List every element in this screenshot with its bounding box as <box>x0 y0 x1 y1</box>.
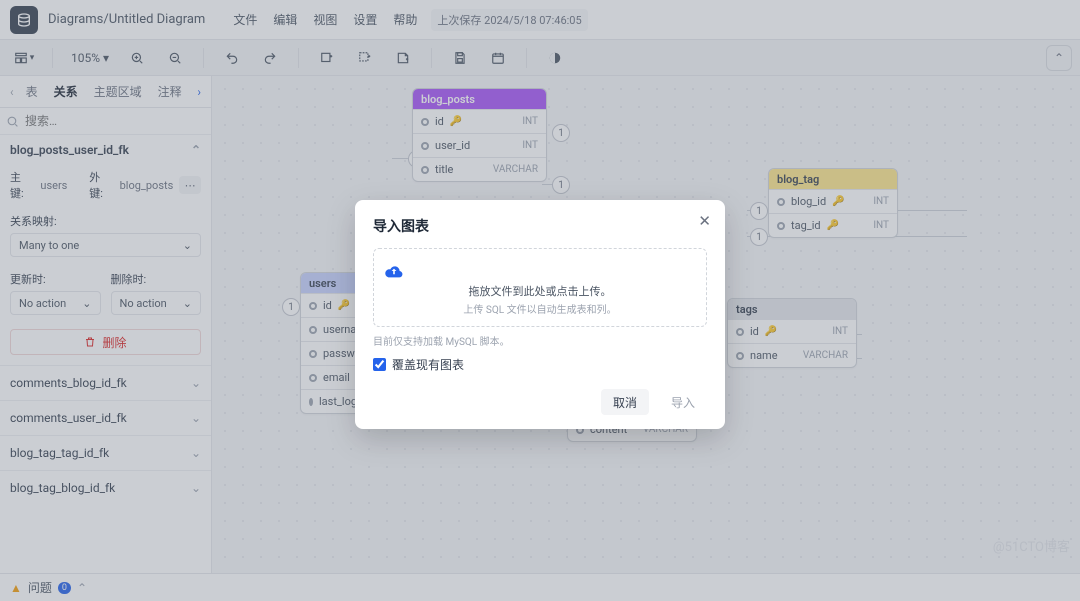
modal-hint: 目前仅支持加载 MySQL 脚本。 <box>373 333 707 348</box>
close-icon[interactable]: ✕ <box>698 212 711 230</box>
modal-title: 导入图表 <box>373 216 707 236</box>
upload-icon <box>384 263 696 279</box>
overwrite-label: 覆盖现有图表 <box>392 356 464 373</box>
dropzone-line1: 拖放文件到此处或点击上传。 <box>384 283 696 299</box>
modal-overlay[interactable]: 导入图表 ✕ 拖放文件到此处或点击上传。 上传 SQL 文件以自动生成表和列。 … <box>0 0 1080 601</box>
overwrite-checkbox-row[interactable]: 覆盖现有图表 <box>373 356 707 373</box>
dropzone[interactable]: 拖放文件到此处或点击上传。 上传 SQL 文件以自动生成表和列。 <box>373 248 707 327</box>
import-button[interactable]: 导入 <box>659 389 707 415</box>
cancel-button[interactable]: 取消 <box>601 389 649 415</box>
overwrite-checkbox[interactable] <box>373 358 386 371</box>
import-modal: 导入图表 ✕ 拖放文件到此处或点击上传。 上传 SQL 文件以自动生成表和列。 … <box>355 200 725 429</box>
dropzone-line2: 上传 SQL 文件以自动生成表和列。 <box>384 301 696 316</box>
modal-actions: 取消 导入 <box>373 389 707 415</box>
